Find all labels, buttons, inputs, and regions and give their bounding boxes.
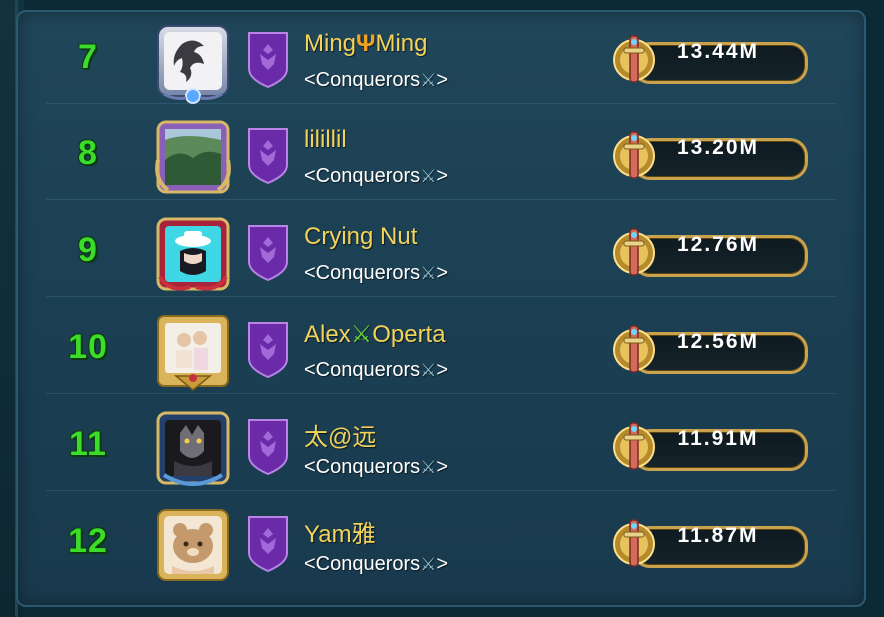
score-badge: 11.91M	[610, 419, 810, 477]
score-badge: 12.76M	[610, 225, 810, 283]
sword-medal-icon	[613, 519, 655, 567]
sword-medal-icon	[613, 228, 655, 276]
guild-name[interactable]: <Conquerors⚔>	[304, 359, 448, 382]
rank-number: 11	[69, 425, 107, 463]
player-name[interactable]: MingΨMing	[304, 30, 427, 58]
avatar-frame-icon	[156, 411, 230, 486]
guild-banner-icon	[246, 320, 290, 380]
player-name[interactable]: lilillil	[304, 126, 347, 154]
guild-name-end: >	[436, 359, 449, 381]
rank-number: 10	[68, 328, 108, 366]
player-avatar[interactable]	[154, 120, 232, 198]
guild-name[interactable]: <Conquerors⚔>	[304, 262, 448, 285]
avatar-frame-icon	[157, 315, 229, 391]
crossed-swords-icon: ⚔	[420, 166, 437, 186]
guild-banner-icon	[246, 223, 290, 283]
score-value: 13.44M	[676, 40, 760, 63]
player-avatar[interactable]	[154, 314, 232, 392]
guild-name-text: <Conquerors	[304, 359, 421, 381]
score-badge: 11.87M	[610, 516, 810, 574]
leaderboard-row[interactable]: 12 Yam雅 <Conquerors⚔> 11.87M	[18, 500, 864, 590]
crossed-swords-icon: ⚔	[420, 360, 437, 380]
score-badge: 13.20M	[610, 128, 810, 186]
sword-medal-icon	[613, 131, 655, 179]
score-badge: 13.44M	[610, 32, 810, 90]
leaderboard-panel: 7 MingΨMing <Conquerors⚔> 13.44M 8 lilil…	[16, 10, 866, 607]
guild-banner-icon	[246, 514, 290, 574]
guild-name-end: >	[436, 165, 449, 187]
crossed-swords-icon: ⚔	[350, 321, 373, 348]
avatar-frame-icon	[157, 509, 229, 581]
crossed-swords-icon: ⚔	[420, 457, 437, 477]
rank-number: 12	[68, 522, 108, 560]
guild-name-text: <Conquerors	[304, 456, 421, 478]
leaderboard-row[interactable]: 7 MingΨMing <Conquerors⚔> 13.44M	[18, 16, 864, 106]
player-name-part: Operta	[372, 321, 446, 348]
guild-name[interactable]: <Conquerors⚔>	[304, 456, 448, 479]
crossed-swords-icon: ⚔	[420, 554, 437, 574]
avatar-frame-icon	[155, 120, 231, 194]
guild-name[interactable]: <Conquerors⚔>	[304, 553, 448, 576]
leaderboard-row[interactable]: 9 Crying Nut <Conquerors⚔> 12.76M	[18, 209, 864, 299]
player-avatar[interactable]	[154, 24, 232, 104]
player-name[interactable]: Crying Nut	[304, 223, 417, 251]
sword-medal-icon	[613, 422, 655, 470]
score-badge: 12.56M	[610, 322, 810, 380]
guild-name-end: >	[436, 69, 449, 91]
rank-number: 9	[78, 231, 98, 269]
sword-medal-icon	[613, 325, 655, 373]
player-name[interactable]: Alex⚔Operta	[304, 320, 446, 349]
leaderboard-row[interactable]: 11 太@远 <Conquerors⚔> 11.91M	[18, 403, 864, 493]
trident-icon: Ψ	[356, 30, 376, 57]
rank-number: 8	[78, 134, 98, 172]
player-name-part: Ming	[375, 30, 428, 57]
player-avatar[interactable]	[154, 411, 232, 489]
guild-name-end: >	[436, 553, 449, 575]
player-name[interactable]: 太@远	[304, 417, 376, 452]
score-value: 12.56M	[676, 330, 760, 353]
score-value: 13.20M	[676, 136, 760, 159]
leaderboard-row[interactable]: 8 lilillil <Conquerors⚔> 13.20M	[18, 112, 864, 202]
guild-name-end: >	[436, 262, 449, 284]
guild-name-end: >	[436, 456, 449, 478]
score-value: 11.91M	[677, 427, 759, 450]
guild-name[interactable]: <Conquerors⚔>	[304, 165, 448, 188]
player-name-part: Ming	[304, 30, 357, 57]
rank-number: 7	[78, 38, 98, 76]
guild-name[interactable]: <Conquerors⚔>	[304, 69, 448, 92]
guild-banner-icon	[246, 30, 290, 90]
avatar-frame-icon	[157, 25, 229, 104]
guild-name-text: <Conquerors	[304, 553, 421, 575]
avatar-frame-icon	[156, 217, 230, 291]
score-value: 11.87M	[677, 524, 759, 547]
player-name-part: 太@远	[304, 424, 377, 451]
player-name[interactable]: Yam雅	[304, 514, 376, 549]
guild-name-text: <Conquerors	[304, 69, 421, 91]
player-name-part: Alex	[304, 321, 351, 348]
player-name-part: Crying Nut	[304, 223, 418, 250]
player-name-part: lilillil	[304, 126, 347, 153]
guild-name-text: <Conquerors	[304, 262, 421, 284]
leaderboard-row[interactable]: 10 Alex⚔Operta <Conquerors⚔> 12.56M	[18, 306, 864, 396]
sword-medal-icon	[613, 35, 655, 83]
guild-name-text: <Conquerors	[304, 165, 421, 187]
score-value: 12.76M	[676, 233, 760, 256]
player-name-part: Yam雅	[304, 521, 376, 548]
player-avatar[interactable]	[154, 217, 232, 295]
guild-banner-icon	[246, 126, 290, 186]
player-avatar[interactable]	[154, 508, 232, 586]
guild-banner-icon	[246, 417, 290, 477]
crossed-swords-icon: ⚔	[420, 70, 437, 90]
crossed-swords-icon: ⚔	[420, 263, 437, 283]
